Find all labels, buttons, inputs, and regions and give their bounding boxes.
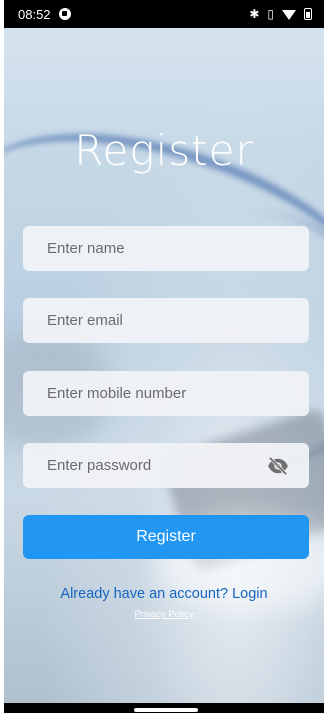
battery-icon [304,8,312,20]
password-input[interactable] [45,456,267,475]
password-field[interactable] [23,443,309,488]
vibrate-icon: ▯ [267,7,274,21]
mobile-input[interactable] [45,384,289,403]
privacy-policy-link[interactable]: Privacy Policy [4,609,324,620]
status-time: 08:52 [18,6,51,22]
page-title: Register [74,126,254,175]
home-indicator[interactable] [134,708,198,712]
wifi-icon [282,10,296,20]
name-field[interactable] [23,226,309,271]
visibility-off-icon[interactable] [267,456,289,475]
name-input[interactable] [45,239,289,258]
email-input[interactable] [45,311,289,330]
data-saver-icon [58,8,71,20]
status-bar: 08:52 ✱ ▯ [4,0,324,28]
bluetooth-icon: ✱ [249,7,260,21]
background-image [4,0,324,713]
mobile-field[interactable] [23,371,309,416]
register-button[interactable]: Register [23,515,309,559]
email-field[interactable] [23,298,309,343]
login-link[interactable]: Already have an account? Login [4,586,324,602]
